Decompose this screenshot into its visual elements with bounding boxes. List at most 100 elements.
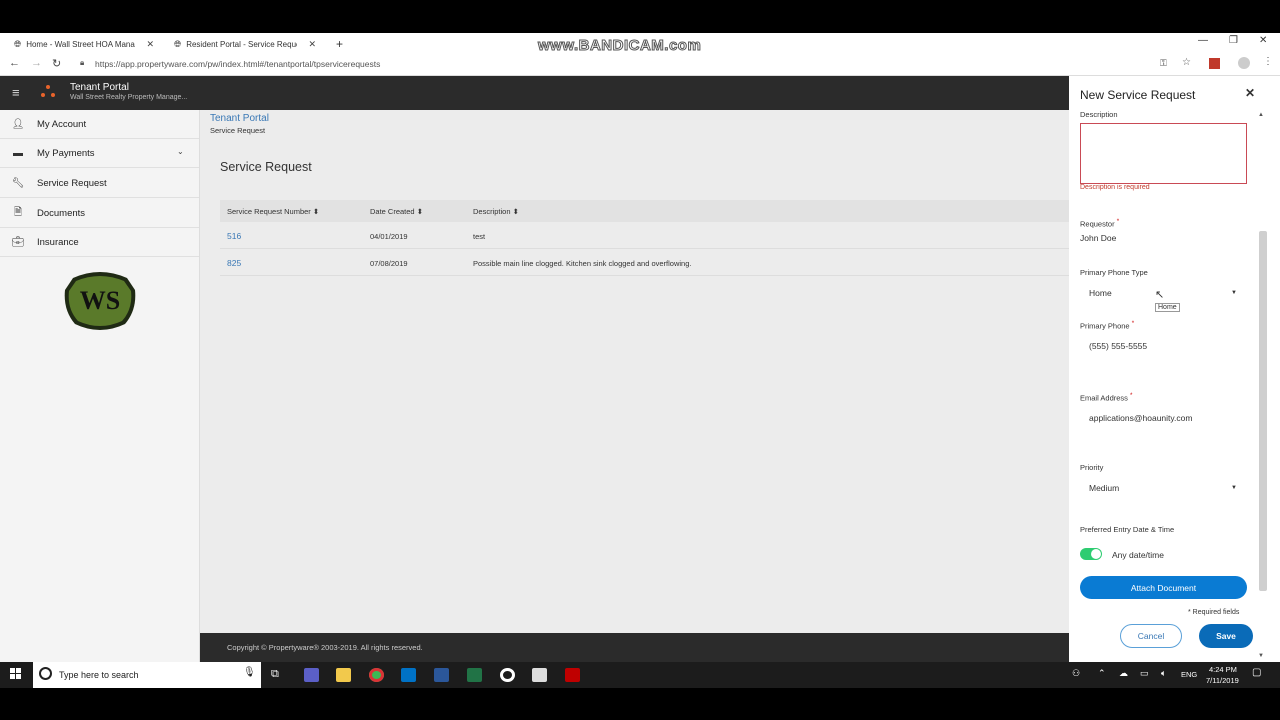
table-row: 825 07/08/2019 Possible main line clogge… [220, 249, 1069, 276]
breadcrumb-root[interactable]: Tenant Portal [210, 113, 269, 124]
sidebar-item-label: Documents [37, 207, 86, 219]
browser-tab-service-request[interactable]: 🌐︎ Resident Portal - Service Request ✕ [166, 35, 324, 53]
scroll-up-icon[interactable]: ▲ [1258, 112, 1264, 118]
hamburger-menu-icon[interactable]: ≡ [12, 85, 20, 100]
column-header-number[interactable]: Service Request Number ⬍ [227, 207, 319, 216]
copyright-text: Copyright © Propertyware® 2003-2019. All… [227, 643, 423, 652]
sidebar-item-label: Service Request [37, 177, 107, 189]
required-note: * Required fields [1188, 609, 1240, 616]
address-bar: ← → ↻ 🔒︎ https://app.propertyware.com/pw… [0, 53, 1280, 76]
restore-button[interactable]: ❐ [1229, 35, 1238, 46]
toggle-label: Any date/time [1112, 550, 1164, 560]
sort-icon: ⬍ [512, 207, 519, 216]
close-icon[interactable]: ✕ [1245, 86, 1255, 100]
language-indicator[interactable]: ENG [1181, 670, 1197, 679]
table-row: 516 04/01/2019 test [220, 222, 1069, 249]
kebab-menu-icon[interactable]: ⋮ [1263, 56, 1273, 67]
close-tab-icon[interactable]: ✕ [146, 39, 154, 50]
any-datetime-toggle[interactable] [1080, 548, 1102, 560]
sidebar: 👤︎ My Account ▬ My Payments ⌄ 🔧︎ Service… [0, 110, 200, 662]
browser-tab-home[interactable]: 🌐︎ Home - Wall Street HOA Manage ✕ [6, 35, 162, 53]
microphone-icon[interactable]: 🎙︎ [243, 667, 256, 678]
key-icon[interactable]: ⚿ [1160, 58, 1167, 69]
outlook-icon[interactable] [401, 668, 416, 682]
mouse-cursor-icon: ↖ [1155, 289, 1165, 301]
window-close-button[interactable]: ✕ [1259, 35, 1267, 46]
chevron-up-icon[interactable]: ⌃ [1098, 668, 1106, 679]
excel-icon[interactable] [467, 668, 482, 682]
description-textarea[interactable] [1080, 123, 1247, 184]
main-content: Tenant Portal Service Request Service Re… [200, 110, 1069, 633]
word-icon[interactable] [434, 668, 449, 682]
teams-icon[interactable] [304, 668, 319, 682]
taskbar-search-box[interactable]: Type here to search 🎙︎ [33, 662, 261, 688]
app-footer: Copyright © Propertyware® 2003-2019. All… [200, 633, 1069, 662]
service-request-table: Service Request Number ⬍ Date Created ⬍ … [220, 200, 1069, 276]
screen-bottom-black-bar [0, 688, 1280, 720]
onedrive-icon[interactable]: ☁ [1119, 668, 1128, 679]
column-header-date[interactable]: Date Created ⬍ [370, 207, 423, 216]
description-error: Description is required [1080, 184, 1150, 191]
sidebar-item-my-account[interactable]: 👤︎ My Account [0, 110, 199, 139]
new-tab-button[interactable]: + [328, 35, 351, 53]
description-label: Description [1080, 110, 1118, 119]
forward-arrow-icon[interactable]: → [31, 57, 42, 69]
date-created: 07/08/2019 [370, 259, 408, 268]
dropdown-caret-icon: ▼ [1231, 290, 1237, 296]
cortana-icon [39, 667, 52, 680]
sidebar-item-label: My Payments [37, 147, 95, 159]
wrench-icon: 🔧︎ [11, 177, 25, 189]
sidebar-item-service-request[interactable]: 🔧︎ Service Request [0, 169, 199, 198]
people-icon[interactable]: ⚇ [1072, 668, 1080, 679]
app-subtitle: Wall Street Realty Property Manage... [70, 94, 188, 101]
scroll-down-icon[interactable]: ▼ [1258, 653, 1264, 659]
star-icon[interactable]: ☆ [1182, 57, 1191, 68]
close-tab-icon[interactable]: ✕ [308, 39, 316, 50]
chevron-down-icon[interactable]: ⌄ [177, 147, 184, 156]
bandicam-icon[interactable] [500, 668, 515, 682]
entry-label: Preferred Entry Date & Time [1080, 525, 1175, 534]
network-icon[interactable]: ▭ [1140, 668, 1149, 679]
pdf-extension-icon[interactable] [1209, 58, 1220, 69]
phone-input[interactable]: (555) 555-5555 [1089, 341, 1147, 351]
sidebar-item-my-payments[interactable]: ▬ My Payments ⌄ [0, 139, 199, 168]
notification-icon[interactable]: ▢ [1252, 667, 1261, 678]
photos-icon[interactable] [532, 668, 547, 682]
globe-icon: 🌐︎ [174, 38, 182, 49]
clock-time[interactable]: 4:24 PM [1209, 665, 1237, 674]
tab-title: Resident Portal - Service Request [186, 39, 298, 49]
profile-avatar-icon[interactable] [1238, 57, 1250, 69]
column-header-description[interactable]: Description ⬍ [473, 207, 519, 216]
tooltip: Home [1155, 303, 1180, 312]
minimize-button[interactable]: — [1198, 35, 1208, 46]
clock-date[interactable]: 7/11/2019 [1206, 676, 1239, 685]
briefcase-icon: 💼︎ [11, 236, 25, 248]
back-arrow-icon[interactable]: ← [9, 57, 20, 69]
email-input[interactable]: applications@hoaunity.com [1089, 413, 1192, 423]
new-service-request-panel: New Service Request ✕ ▲ ▼ Description De… [1069, 76, 1280, 662]
reload-icon[interactable]: ↻ [52, 57, 61, 70]
cancel-button[interactable]: Cancel [1120, 624, 1182, 648]
sidebar-item-documents[interactable]: 🗎︎ Documents [0, 199, 199, 228]
url-field[interactable]: https://app.propertyware.com/pw/index.ht… [95, 59, 380, 69]
panel-scrollbar[interactable] [1259, 231, 1267, 591]
windows-taskbar: Type here to search 🎙︎ ⧉ [0, 662, 1280, 688]
priority-value: Medium [1089, 483, 1120, 493]
app-header: ≡ Tenant Portal Wall Street Realty Prope… [0, 76, 1069, 110]
task-view-icon[interactable]: ⧉ [271, 668, 279, 681]
file-explorer-icon[interactable] [336, 668, 351, 682]
request-number-link[interactable]: 516 [227, 231, 241, 241]
tab-title: Home - Wall Street HOA Manage [26, 39, 136, 49]
sidebar-item-insurance[interactable]: 💼︎ Insurance [0, 228, 199, 257]
request-number-link[interactable]: 825 [227, 258, 241, 268]
chrome-icon[interactable] [369, 668, 384, 682]
filezilla-icon[interactable] [565, 668, 580, 682]
globe-icon: 🌐︎ [14, 38, 22, 49]
volume-icon[interactable]: 🔈︎ [1161, 668, 1166, 679]
attach-document-button[interactable]: Attach Document [1080, 576, 1247, 599]
save-button[interactable]: Save [1199, 624, 1253, 648]
windows-start-icon[interactable] [10, 668, 22, 680]
breadcrumb-current: Service Request [210, 126, 266, 135]
table-header: Service Request Number ⬍ Date Created ⬍ … [220, 200, 1069, 222]
priority-select[interactable]: Medium ▼ [1080, 477, 1243, 499]
